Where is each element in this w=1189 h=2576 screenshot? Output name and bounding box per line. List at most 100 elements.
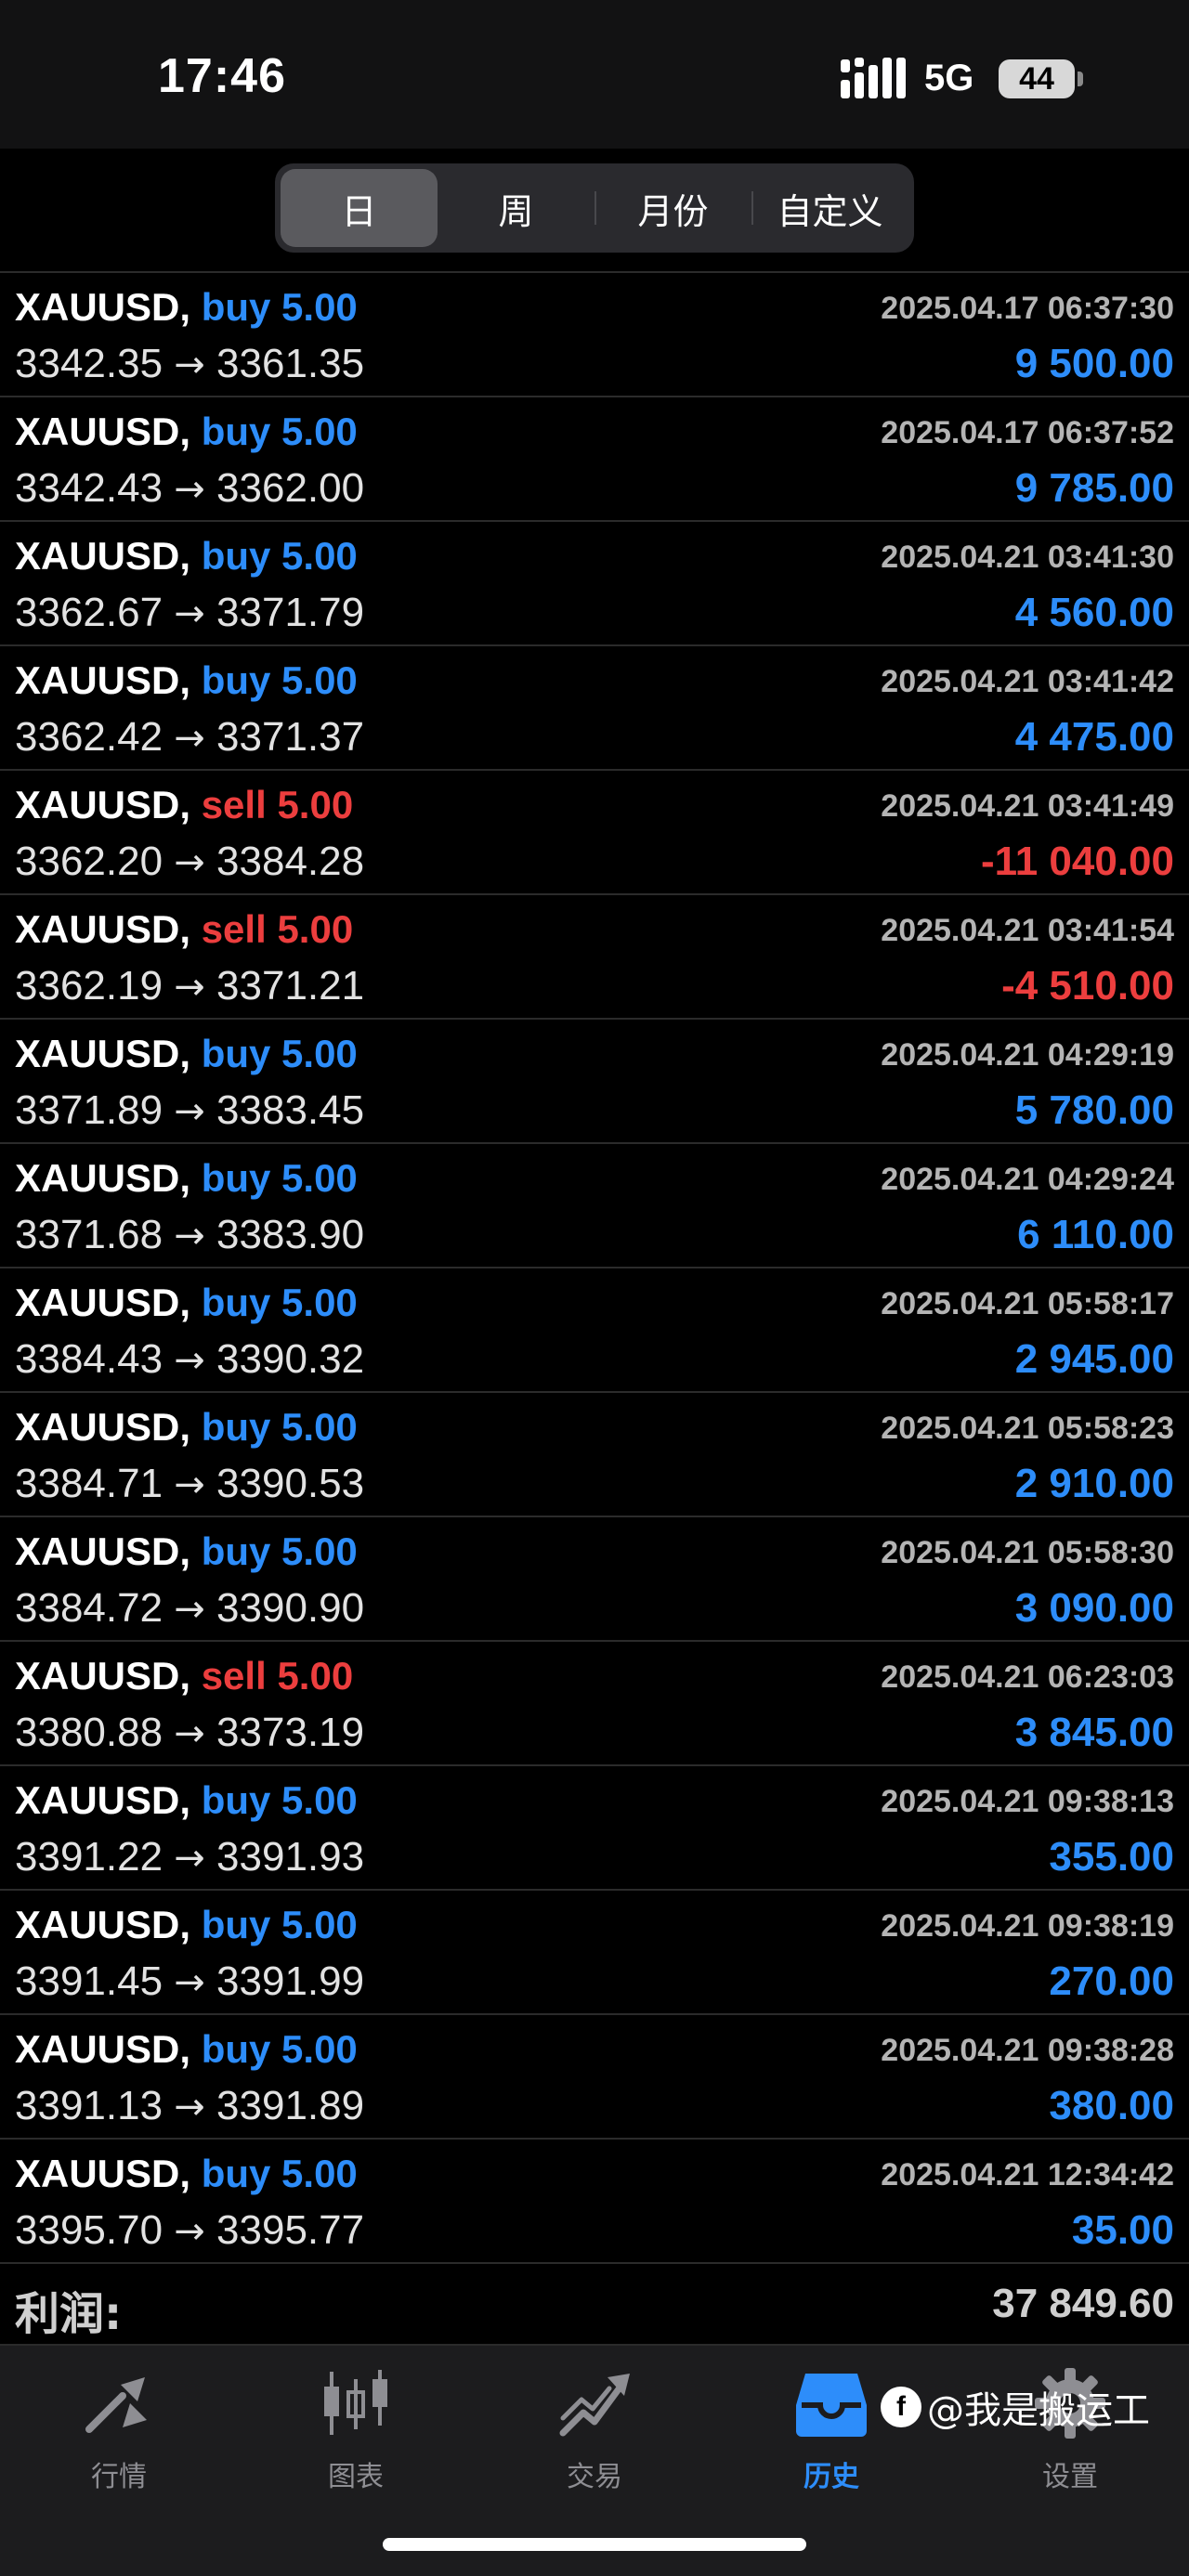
deal-profit: 380.00: [1049, 2083, 1174, 2128]
deal-close-price: 3362.00: [216, 465, 365, 511]
deal-open-price: 3384.71: [15, 1461, 163, 1506]
deal-row[interactable]: XAUUSD, buy 5.00 2025.04.17 06:37:30 3342.…: [0, 273, 1189, 397]
deal-profit: 35.00: [1071, 2207, 1174, 2253]
deal-time: 2025.04.21 09:38:19: [881, 1908, 1174, 1944]
deal-open-price: 3391.45: [15, 1958, 163, 2004]
deal-symbol: XAUUSD,: [15, 285, 191, 329]
deal-row[interactable]: XAUUSD, buy 5.00 2025.04.21 03:41:42 3362.…: [0, 646, 1189, 771]
deal-side: buy: [201, 534, 271, 578]
segment-month[interactable]: 月份: [594, 169, 751, 247]
deal-row[interactable]: XAUUSD, buy 5.00 2025.04.21 05:58:23 3384.…: [0, 1393, 1189, 1517]
tab-trade[interactable]: 交易: [492, 2364, 697, 2513]
deal-side: sell: [201, 907, 267, 951]
deal-close-price: 3371.79: [216, 590, 365, 635]
deal-profit: 9 785.00: [1014, 465, 1174, 511]
deal-symbol: XAUUSD,: [15, 2027, 191, 2071]
deal-row[interactable]: XAUUSD, buy 5.00 2025.04.21 09:38:19 3391.…: [0, 1891, 1189, 2015]
deal-close-price: 3383.45: [216, 1087, 365, 1133]
deal-profit: 6 110.00: [1017, 1212, 1174, 1257]
deal-row[interactable]: XAUUSD, buy 5.00 2025.04.21 05:58:17 3384.…: [0, 1268, 1189, 1393]
deal-close-price: 3390.32: [216, 1336, 365, 1382]
tab-chart[interactable]: 图表: [254, 2364, 458, 2513]
deal-row[interactable]: XAUUSD, sell 5.00 2025.04.21 03:41:49 3362…: [0, 771, 1189, 895]
deal-title: XAUUSD, buy 5.00: [15, 1278, 358, 1328]
deal-volume: 5.00: [281, 410, 358, 453]
deal-title: XAUUSD, buy 5.00: [15, 1153, 358, 1203]
deal-volume: 5.00: [281, 2027, 358, 2071]
deal-volume: 5.00: [281, 658, 358, 702]
home-indicator[interactable]: [383, 2538, 806, 2551]
deal-symbol: XAUUSD,: [15, 1405, 191, 1449]
deal-volume: 5.00: [277, 1654, 354, 1698]
deal-close-price: 3371.37: [216, 714, 365, 760]
tab-quotes-label: 行情: [91, 2461, 147, 2493]
deal-close-price: 3371.21: [216, 963, 365, 1008]
segment-week[interactable]: 周: [438, 169, 594, 247]
deal-volume: 5.00: [281, 285, 358, 329]
arrow-right-icon: →: [174, 1464, 205, 1506]
tab-chart-label: 图表: [328, 2461, 384, 2493]
deal-volume: 5.00: [281, 1529, 358, 1573]
deal-close-price: 3390.53: [216, 1461, 365, 1506]
segment-custom[interactable]: 自定义: [751, 169, 908, 247]
deal-close-price: 3373.19: [216, 1710, 365, 1755]
deal-volume: 5.00: [281, 1405, 358, 1449]
deal-prices: 3371.89 → 3383.45: [15, 1085, 364, 1138]
deal-row[interactable]: XAUUSD, sell 5.00 2025.04.21 06:23:03 3380…: [0, 1642, 1189, 1766]
deal-row[interactable]: XAUUSD, buy 5.00 2025.04.21 03:41:30 3362.…: [0, 522, 1189, 646]
deal-time: 2025.04.21 05:58:30: [881, 1535, 1174, 1570]
deal-title: XAUUSD, buy 5.00: [15, 531, 358, 581]
deal-row[interactable]: XAUUSD, buy 5.00 2025.04.21 12:34:42 3395.…: [0, 2140, 1189, 2264]
deal-title: XAUUSD, sell 5.00: [15, 1651, 353, 1701]
deal-row[interactable]: XAUUSD, sell 5.00 2025.04.21 03:41:54 3362…: [0, 895, 1189, 1020]
deal-prices: 3362.20 → 3384.28: [15, 836, 364, 889]
deal-open-price: 3371.89: [15, 1087, 163, 1133]
deal-prices: 3395.70 → 3395.77: [15, 2205, 364, 2257]
deal-profit: 9 500.00: [1014, 341, 1174, 386]
deal-close-price: 3361.35: [216, 341, 365, 386]
deal-profit: 3 845.00: [1014, 1710, 1174, 1755]
deal-prices: 3384.43 → 3390.32: [15, 1334, 364, 1386]
deal-profit: 3 090.00: [1014, 1585, 1174, 1631]
deal-volume: 5.00: [281, 1903, 358, 1946]
deal-side: buy: [201, 2152, 271, 2195]
deal-symbol: XAUUSD,: [15, 534, 191, 578]
deal-symbol: XAUUSD,: [15, 658, 191, 702]
profit-summary: 利润: 37 849.60: [0, 2262, 1189, 2346]
deal-profit: -11 040.00: [981, 839, 1174, 884]
deal-close-price: 3390.90: [216, 1585, 365, 1631]
watermark-logo-icon: f: [881, 2387, 921, 2427]
deal-open-price: 3384.43: [15, 1336, 163, 1382]
tab-history-label: 历史: [804, 2461, 859, 2493]
deals-list: XAUUSD, buy 5.00 2025.04.17 06:37:30 3342.…: [0, 271, 1189, 2264]
deal-row[interactable]: XAUUSD, buy 5.00 2025.04.21 04:29:24 3371.…: [0, 1144, 1189, 1268]
deal-title: XAUUSD, buy 5.00: [15, 656, 358, 706]
deal-time: 2025.04.17 06:37:30: [881, 291, 1174, 326]
deal-prices: 3384.71 → 3390.53: [15, 1458, 364, 1511]
arrow-right-icon: →: [174, 1215, 205, 1257]
tab-quotes[interactable]: 行情: [17, 2364, 221, 2513]
deal-prices: 3391.13 → 3391.89: [15, 2080, 364, 2133]
deal-title: XAUUSD, sell 5.00: [15, 780, 353, 830]
deal-side: buy: [201, 1405, 271, 1449]
status-time: 17:46: [158, 49, 286, 103]
deal-row[interactable]: XAUUSD, buy 5.00 2025.04.21 05:58:30 3384.…: [0, 1517, 1189, 1642]
deal-side: buy: [201, 1032, 271, 1075]
deal-time: 2025.04.21 05:58:23: [881, 1411, 1174, 1446]
arrow-right-icon: →: [174, 966, 205, 1008]
deal-volume: 5.00: [277, 783, 354, 826]
deal-row[interactable]: XAUUSD, buy 5.00 2025.04.17 06:37:52 3342.…: [0, 397, 1189, 522]
deal-row[interactable]: XAUUSD, buy 5.00 2025.04.21 09:38:13 3391.…: [0, 1766, 1189, 1891]
deal-profit: 4 475.00: [1014, 714, 1174, 760]
deal-symbol: XAUUSD,: [15, 1281, 191, 1324]
deal-row[interactable]: XAUUSD, buy 5.00 2025.04.21 09:38:28 3391.…: [0, 2015, 1189, 2140]
deal-time: 2025.04.21 09:38:28: [881, 2033, 1174, 2068]
deal-symbol: XAUUSD,: [15, 1903, 191, 1946]
deal-side: sell: [201, 1654, 267, 1698]
profit-label: 利润:: [15, 2288, 123, 2340]
segment-day[interactable]: 日: [281, 169, 438, 247]
arrow-right-icon: →: [174, 2086, 205, 2128]
arrow-right-icon: →: [174, 1712, 205, 1755]
deal-row[interactable]: XAUUSD, buy 5.00 2025.04.21 04:29:19 3371.…: [0, 1020, 1189, 1144]
network-type: 5G: [924, 58, 974, 98]
